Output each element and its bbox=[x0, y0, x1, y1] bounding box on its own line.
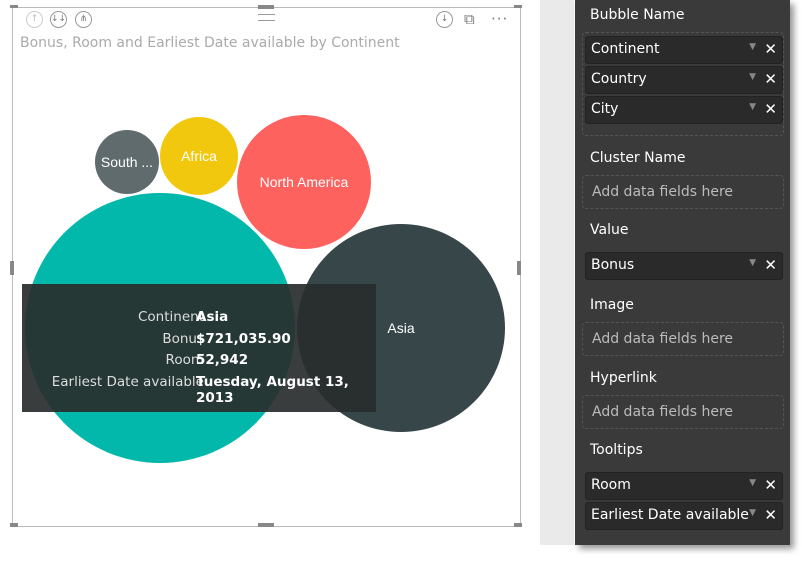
field-name: Earliest Date available bbox=[591, 507, 749, 523]
tooltip-key: Earliest Date available bbox=[51, 373, 204, 390]
dropdown-icon[interactable]: ▼ bbox=[749, 258, 756, 268]
field-pill[interactable]: City ▼ ✕ bbox=[585, 96, 783, 124]
tooltip-row: Bonus $721,035.90 bbox=[22, 331, 376, 351]
remove-icon[interactable]: ✕ bbox=[764, 70, 777, 88]
bubble-label: Asia bbox=[387, 320, 414, 336]
pane-gutter bbox=[540, 0, 574, 545]
section-label: Bubble Name bbox=[590, 7, 685, 23]
bubble-label: Africa bbox=[181, 148, 217, 164]
dropdown-icon[interactable]: ▼ bbox=[749, 42, 756, 52]
field-name: Country bbox=[591, 71, 647, 87]
placeholder: Add data fields here bbox=[592, 404, 734, 420]
field-name: Continent bbox=[591, 41, 660, 57]
section-label: Tooltips bbox=[590, 442, 643, 458]
tooltip: Continent Asia Bonus $721,035.90 Room 52,942 E… bbox=[22, 284, 376, 412]
tooltip-key: Continent bbox=[138, 309, 204, 325]
field-name: Room bbox=[591, 477, 631, 493]
remove-icon[interactable]: ✕ bbox=[764, 100, 777, 118]
dropdown-icon[interactable]: ▼ bbox=[749, 102, 756, 112]
field-name: City bbox=[591, 101, 619, 117]
remove-icon[interactable]: ✕ bbox=[764, 40, 777, 58]
tooltip-value: $721,035.90 bbox=[196, 330, 291, 347]
report-canvas: ↑ ↓↓ ⋔ ↓ ⧉ ··· Bonus, Room and Earliest … bbox=[0, 0, 540, 545]
section-label: Hyperlink bbox=[590, 370, 657, 386]
field-pill[interactable]: Country ▼ ✕ bbox=[585, 66, 783, 94]
tooltip-row: Continent Asia bbox=[22, 309, 376, 329]
remove-icon[interactable]: ✕ bbox=[764, 476, 777, 494]
dropdown-icon[interactable]: ▼ bbox=[749, 478, 756, 488]
field-name: Bonus bbox=[591, 257, 635, 273]
tooltip-row: Room 52,942 bbox=[22, 352, 376, 372]
dropdown-icon[interactable]: ▼ bbox=[749, 72, 756, 82]
bubble-label: South ... bbox=[101, 154, 153, 170]
tooltip-value: Tuesday, August 13, 2013 bbox=[196, 373, 349, 406]
field-pill[interactable]: Continent ▼ ✕ bbox=[585, 36, 783, 64]
bubble-label: North America bbox=[260, 174, 349, 190]
tooltip-value: Asia bbox=[196, 309, 229, 325]
fields-pane: Bubble Name Continent ▼ ✕ Country ▼ ✕ City ▼ ✕… bbox=[575, 0, 790, 545]
remove-icon[interactable]: ✕ bbox=[764, 506, 777, 524]
remove-icon[interactable]: ✕ bbox=[764, 256, 777, 274]
placeholder: Add data fields here bbox=[592, 184, 734, 200]
bubble-chart: Asia North America Africa South ... bbox=[25, 115, 505, 463]
field-pill[interactable]: Room ▼ ✕ bbox=[585, 472, 783, 500]
section-label: Cluster Name bbox=[590, 150, 686, 166]
placeholder: Add data fields here bbox=[592, 331, 734, 347]
tooltip-row: Earliest Date available Tuesday, August 1… bbox=[22, 373, 376, 406]
section-label: Image bbox=[590, 297, 634, 313]
tooltip-value: 52,942 bbox=[196, 352, 249, 368]
field-pill[interactable]: Earliest Date available ▼ ✕ bbox=[585, 502, 783, 530]
field-pill[interactable]: Bonus ▼ ✕ bbox=[585, 252, 783, 280]
section-label: Value bbox=[590, 222, 629, 238]
dropdown-icon[interactable]: ▼ bbox=[749, 508, 756, 518]
